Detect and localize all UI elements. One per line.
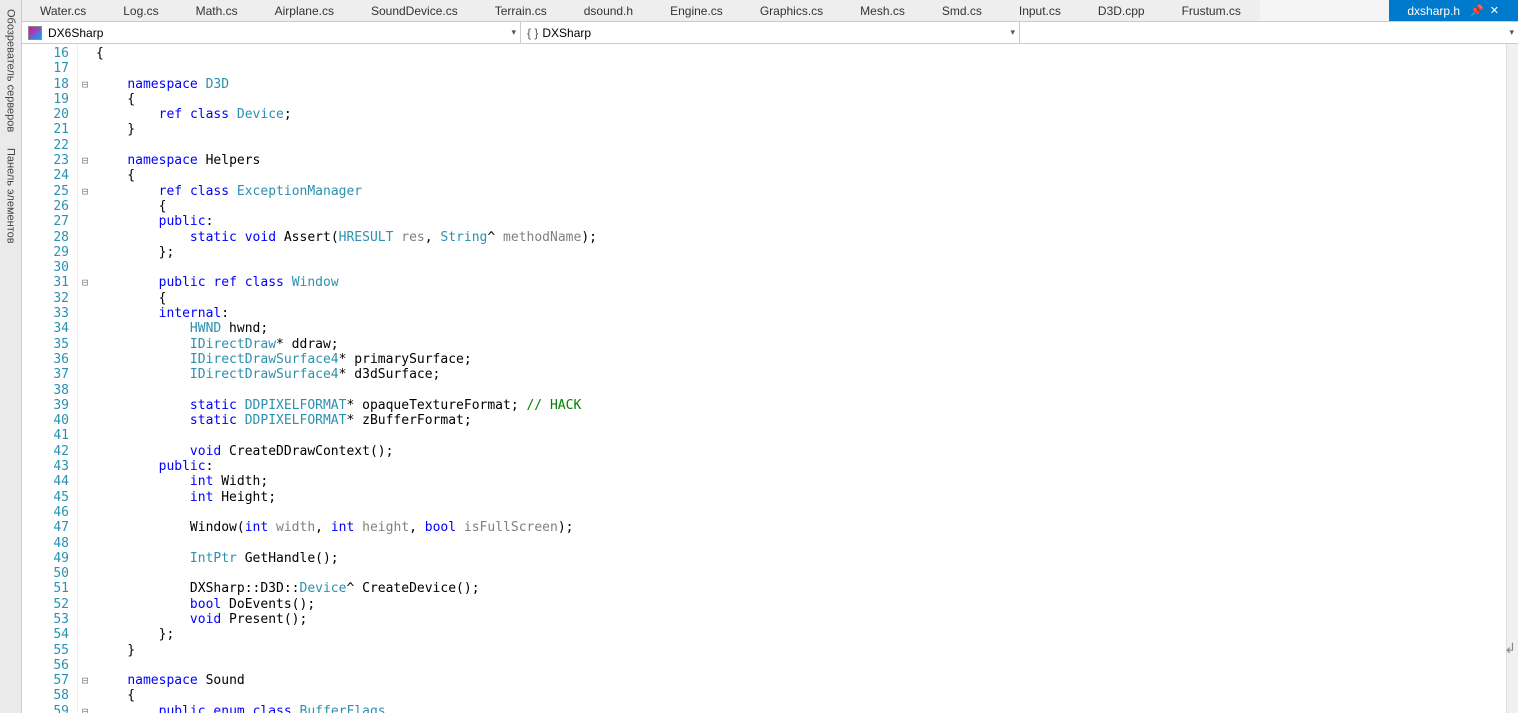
code-line[interactable]: static DDPIXELFORMAT* opaqueTextureForma… xyxy=(96,398,1506,413)
code-line[interactable]: public ref class Window xyxy=(96,275,1506,290)
fold-toggle[interactable]: ⊟ xyxy=(82,705,89,713)
file-tab-strip: Water.csLog.csMath.csAirplane.csSoundDev… xyxy=(22,0,1518,22)
code-line[interactable] xyxy=(96,260,1506,275)
chevron-down-icon: ▾ xyxy=(1010,27,1015,38)
code-line[interactable]: ref class ExceptionManager xyxy=(96,184,1506,199)
code-line[interactable]: IDirectDraw* ddraw; xyxy=(96,337,1506,352)
code-line[interactable]: { xyxy=(96,168,1506,183)
overflow-glyph: ↲ xyxy=(1504,640,1516,657)
code-line[interactable]: ref class Device; xyxy=(96,107,1506,122)
file-tab[interactable]: Mesh.cs xyxy=(842,0,924,21)
code-line[interactable]: public enum class BufferFlags xyxy=(96,704,1506,713)
code-line[interactable]: }; xyxy=(96,245,1506,260)
file-tab[interactable]: Math.cs xyxy=(178,0,257,21)
file-tab[interactable]: Terrain.cs xyxy=(477,0,566,21)
fold-gutter[interactable]: ⊟ ⊟ ⊟ ⊟ ⊟ ⊟ xyxy=(78,44,92,713)
nav-bar: DX6Sharp ▾ { } DXSharp ▾ ▾ xyxy=(22,22,1518,44)
code-line[interactable]: namespace Helpers xyxy=(96,153,1506,168)
code-line[interactable]: namespace D3D xyxy=(96,77,1506,92)
code-line[interactable]: IDirectDrawSurface4* d3dSurface; xyxy=(96,367,1506,382)
scope-name: DXSharp xyxy=(542,26,591,40)
code-line[interactable]: internal: xyxy=(96,306,1506,321)
file-tab[interactable]: D3D.cpp xyxy=(1080,0,1164,21)
file-tab[interactable]: dsound.h xyxy=(566,0,652,21)
code-line[interactable]: Window(int width, int height, bool isFul… xyxy=(96,520,1506,535)
file-tab[interactable]: dxsharp.h📌✕ xyxy=(1389,0,1518,21)
code-line[interactable]: } xyxy=(96,122,1506,137)
code-line[interactable]: public: xyxy=(96,459,1506,474)
code-line[interactable]: static void Assert(HRESULT res, String^ … xyxy=(96,230,1506,245)
chevron-down-icon: ▾ xyxy=(511,27,516,38)
code-line[interactable]: int Height; xyxy=(96,490,1506,505)
file-tab[interactable]: SoundDevice.cs xyxy=(353,0,477,21)
fold-toggle[interactable]: ⊟ xyxy=(82,78,89,91)
code-line[interactable]: public: xyxy=(96,214,1506,229)
code-line[interactable]: void Present(); xyxy=(96,612,1506,627)
code-line[interactable]: namespace Sound xyxy=(96,673,1506,688)
code-line[interactable] xyxy=(96,61,1506,76)
file-tab[interactable]: Frustum.cs xyxy=(1164,0,1260,21)
fold-toggle[interactable]: ⊟ xyxy=(82,276,89,289)
fold-toggle[interactable]: ⊟ xyxy=(82,185,89,198)
file-tab[interactable]: Smd.cs xyxy=(924,0,1001,21)
toolbox-tab[interactable]: Панель элементов xyxy=(2,143,20,249)
code-line[interactable]: IntPtr GetHandle(); xyxy=(96,551,1506,566)
code-line[interactable]: { xyxy=(96,46,1506,61)
code-line[interactable] xyxy=(96,428,1506,443)
vertical-scrollbar[interactable]: ↲ xyxy=(1506,44,1518,713)
chevron-down-icon: ▾ xyxy=(1509,27,1514,38)
code-line[interactable]: { xyxy=(96,92,1506,107)
project-name: DX6Sharp xyxy=(48,26,103,40)
code-editor[interactable]: 1617181920212223242526272829303132333435… xyxy=(22,44,1518,713)
code-line[interactable]: } xyxy=(96,643,1506,658)
code-line[interactable]: IDirectDrawSurface4* primarySurface; xyxy=(96,352,1506,367)
scope-dropdown[interactable]: { } DXSharp ▾ xyxy=(521,22,1020,43)
code-line[interactable]: { xyxy=(96,199,1506,214)
line-number-gutter: 1617181920212223242526272829303132333435… xyxy=(22,44,78,713)
code-line[interactable]: bool DoEvents(); xyxy=(96,597,1506,612)
file-tab[interactable]: Airplane.cs xyxy=(257,0,353,21)
code-line[interactable]: int Width; xyxy=(96,474,1506,489)
pin-icon[interactable]: 📌 xyxy=(1470,4,1484,17)
code-line[interactable] xyxy=(96,536,1506,551)
code-line[interactable] xyxy=(96,505,1506,520)
namespace-icon: { } xyxy=(527,26,538,40)
code-line[interactable]: { xyxy=(96,291,1506,306)
server-explorer-tab[interactable]: Обозреватель серверов xyxy=(2,4,20,137)
code-line[interactable]: }; xyxy=(96,627,1506,642)
code-line[interactable]: void CreateDDrawContext(); xyxy=(96,444,1506,459)
main: Water.csLog.csMath.csAirplane.csSoundDev… xyxy=(22,0,1518,713)
code-line[interactable]: DXSharp::D3D::Device^ CreateDevice(); xyxy=(96,581,1506,596)
file-tab[interactable]: Graphics.cs xyxy=(742,0,842,21)
code-line[interactable] xyxy=(96,138,1506,153)
file-tab[interactable]: Engine.cs xyxy=(652,0,742,21)
file-tab[interactable]: Log.cs xyxy=(105,0,177,21)
project-dropdown[interactable]: DX6Sharp ▾ xyxy=(22,22,521,43)
member-dropdown[interactable]: ▾ xyxy=(1020,22,1518,43)
close-icon[interactable]: ✕ xyxy=(1490,4,1499,17)
file-tab[interactable]: Input.cs xyxy=(1001,0,1080,21)
code-line[interactable] xyxy=(96,658,1506,673)
project-icon xyxy=(28,26,42,40)
file-tab[interactable]: Water.cs xyxy=(22,0,105,21)
fold-toggle[interactable]: ⊟ xyxy=(82,674,89,687)
code-area[interactable]: { namespace D3D { ref class Device; } na… xyxy=(92,44,1506,713)
fold-toggle[interactable]: ⊟ xyxy=(82,154,89,167)
side-rail: Обозреватель серверов Панель элементов xyxy=(0,0,22,713)
code-line[interactable]: { xyxy=(96,688,1506,703)
code-line[interactable]: static DDPIXELFORMAT* zBufferFormat; xyxy=(96,413,1506,428)
code-line[interactable] xyxy=(96,566,1506,581)
code-line[interactable] xyxy=(96,383,1506,398)
code-line[interactable]: HWND hwnd; xyxy=(96,321,1506,336)
